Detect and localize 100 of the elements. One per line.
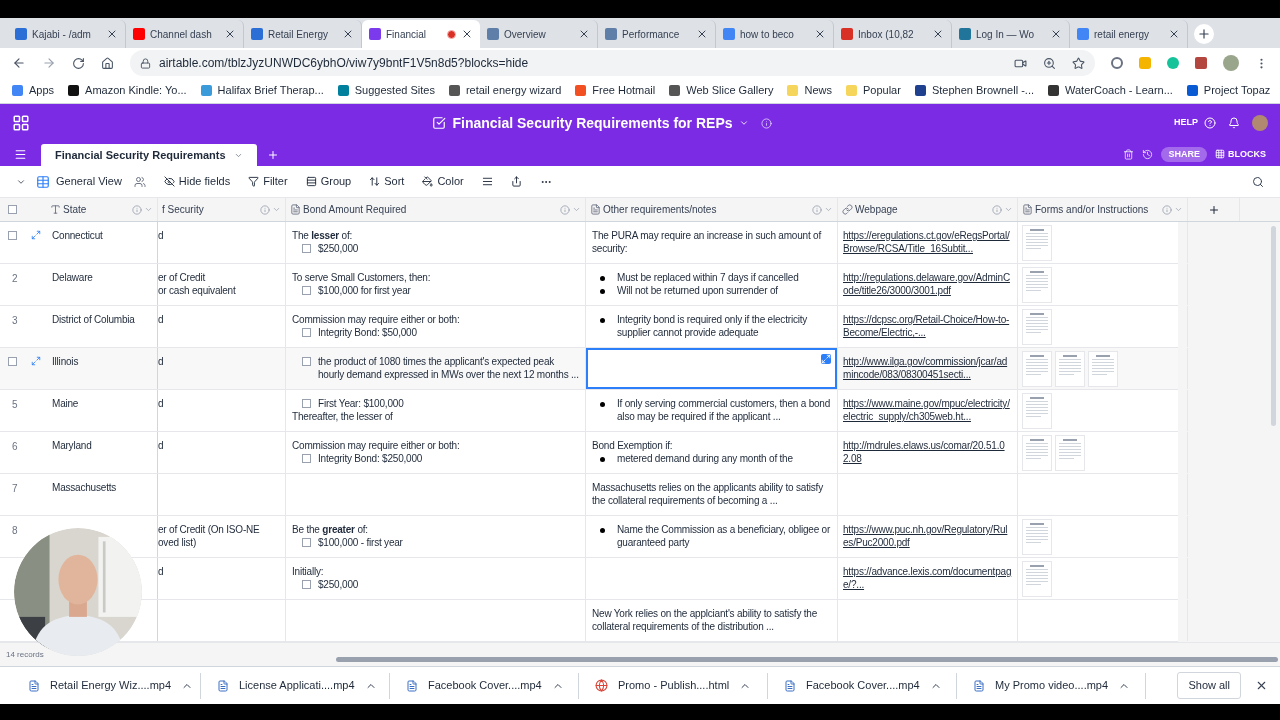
row-height-icon[interactable] (481, 176, 493, 187)
checkbox[interactable] (302, 538, 311, 547)
document-thumbnail[interactable] (1022, 267, 1052, 303)
horizontal-scrollbar[interactable] (336, 657, 1278, 662)
bookmark[interactable]: Stephen Brownell -... (914, 82, 1035, 99)
close-icon[interactable] (932, 28, 944, 40)
extension-icon[interactable] (1167, 57, 1179, 69)
column-header[interactable]: Forms and/or Instructions (1035, 202, 1160, 217)
dropdown-icon[interactable] (738, 118, 749, 128)
people-icon[interactable] (133, 175, 146, 188)
document-thumbnail[interactable] (1022, 309, 1052, 345)
help-icon[interactable] (1204, 117, 1216, 129)
download-item[interactable]: License Applicati....mp4 (201, 672, 390, 699)
expand-icon[interactable] (821, 354, 831, 364)
row-checkbox[interactable] (8, 231, 17, 240)
menu-icon[interactable] (14, 148, 27, 161)
row-checkbox[interactable] (8, 357, 17, 366)
document-thumbnail[interactable] (1022, 393, 1052, 429)
address-field[interactable]: airtable.com/tblzJyzUNWDC6ybhO/viw7y9bntF1V5n8d5?blocks=hide (130, 50, 1095, 76)
url-link[interactable]: https://advance.lexis.com/documentpage/?... (843, 565, 1012, 591)
close-icon[interactable] (814, 28, 826, 40)
close-icon[interactable] (578, 28, 590, 40)
info-icon[interactable] (132, 204, 142, 215)
info-icon[interactable] (812, 204, 822, 215)
zoom-icon[interactable] (1043, 56, 1056, 70)
checkbox[interactable] (302, 286, 311, 295)
history-icon[interactable] (1142, 148, 1154, 160)
bookmark[interactable]: Free Hotmail (575, 82, 656, 99)
forward-icon[interactable] (42, 56, 56, 70)
bell-icon[interactable] (1228, 117, 1240, 129)
star-icon[interactable] (1072, 56, 1085, 70)
close-icon[interactable] (696, 28, 708, 40)
download-item[interactable]: Promo - Publish....html (579, 672, 768, 699)
bookmark[interactable]: Project Topaz (1186, 82, 1271, 99)
new-tab-button[interactable] (1194, 24, 1214, 44)
close-icon[interactable] (1168, 28, 1180, 40)
checkbox[interactable] (302, 244, 311, 253)
base-title[interactable]: Financial Security Requirements for REPs (452, 112, 733, 134)
dropdown-icon[interactable] (824, 205, 833, 214)
info-icon[interactable] (260, 204, 270, 215)
avatar-icon[interactable] (1252, 115, 1268, 131)
toolbar-button[interactable]: Sort (369, 173, 405, 190)
toolbar-button[interactable]: Hide fields (163, 173, 231, 190)
trash-icon[interactable] (1123, 148, 1135, 160)
close-icon[interactable] (1255, 679, 1268, 692)
dropdown-icon[interactable] (272, 205, 281, 214)
document-thumbnail[interactable] (1022, 351, 1052, 387)
checkbox[interactable] (302, 454, 311, 463)
bookmark[interactable]: Apps (12, 82, 55, 99)
column-header[interactable]: f Security (162, 202, 258, 217)
toolbar-button[interactable]: Color (422, 173, 464, 190)
bookmark[interactable]: Popular (846, 82, 901, 99)
view-switcher[interactable]: General View (36, 173, 122, 190)
close-icon[interactable] (342, 28, 354, 40)
bookmark[interactable]: News (787, 82, 832, 99)
dropdown-icon[interactable] (572, 205, 581, 214)
toolbar-button[interactable]: Filter (248, 173, 288, 190)
bookmark[interactable]: Halifax Brief Therap... (200, 82, 324, 99)
table-tab[interactable]: Financial Security Requiremants (41, 144, 257, 166)
bookmark[interactable]: Suggested Sites (337, 82, 435, 99)
extension-icon[interactable] (1111, 57, 1123, 69)
download-item[interactable]: My Promo video....mp4 (957, 672, 1146, 699)
column-header[interactable]: Webpage (855, 202, 990, 217)
document-thumbnail[interactable] (1022, 519, 1052, 555)
add-field-icon[interactable] (1207, 203, 1220, 216)
bookmark[interactable]: WaterCoach - Learn... (1048, 82, 1173, 99)
url-link[interactable]: http://mdrules.elaws.us/comar/20.51.02.08 (843, 439, 1012, 465)
download-item[interactable]: Facebook Cover....mp4 (390, 672, 579, 699)
avatar-icon[interactable] (1223, 55, 1239, 71)
bookmark[interactable]: Amazon Kindle: Yo... (68, 82, 187, 99)
url-link[interactable]: http://regulations.delaware.gov/AdminCode/title26/3000/3001.pdf (843, 271, 1012, 297)
selected-cell[interactable] (586, 348, 837, 389)
select-all-checkbox[interactable] (8, 205, 17, 214)
reload-icon[interactable] (72, 56, 85, 70)
download-item[interactable]: Retail Energy Wiz....mp4 (12, 672, 201, 699)
url-link[interactable]: https://www.puc.nh.gov/Regulatory/Rules/Puc2000.pdf (843, 523, 1012, 549)
add-table-icon[interactable] (266, 149, 279, 161)
document-thumbnail[interactable] (1022, 561, 1052, 597)
browser-tab[interactable]: Financial (362, 20, 480, 48)
download-item[interactable]: Facebook Cover....mp4 (768, 672, 957, 699)
close-icon[interactable] (106, 28, 118, 40)
document-thumbnail[interactable] (1022, 435, 1052, 471)
document-thumbnail[interactable] (1088, 351, 1118, 387)
info-icon[interactable] (992, 204, 1002, 215)
url-link[interactable]: https://eregulations.ct.gov/eRegsPortal/Browse/RCSA/Title_16Subtit... (843, 229, 1012, 255)
logo-icon[interactable] (12, 114, 30, 132)
close-icon[interactable] (1050, 28, 1062, 40)
back-icon[interactable] (12, 56, 26, 70)
toolbar-button[interactable]: Group (305, 173, 352, 190)
column-header[interactable]: Bond Amount Required (303, 202, 558, 217)
share-view-icon[interactable] (510, 176, 522, 187)
document-thumbnail[interactable] (1055, 435, 1085, 471)
dropdown-icon[interactable] (1004, 205, 1013, 214)
help-link[interactable]: HELP (1174, 116, 1198, 130)
blocks-button[interactable]: BLOCKS (1215, 147, 1266, 161)
dropdown-icon[interactable] (144, 205, 153, 214)
show-all-button[interactable]: Show all (1177, 672, 1241, 699)
checkbox[interactable] (302, 399, 311, 408)
url-link[interactable]: https://dcpsc.org/Retail-Choice/How-to-Become/Electric,-... (843, 313, 1012, 339)
bookmark[interactable]: Web Slice Gallery (669, 82, 774, 99)
